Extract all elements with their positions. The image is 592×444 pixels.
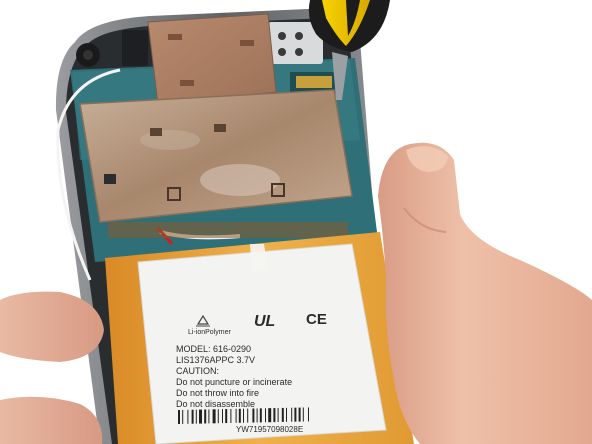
svg-text:CE: CE	[306, 311, 327, 328]
caution-line-3: Do not disassemble	[176, 399, 255, 409]
caution-title: CAUTION:	[176, 366, 219, 376]
barcode-bar	[273, 408, 276, 423]
barcode-bar	[247, 408, 249, 423]
barcode-bar	[195, 409, 197, 424]
barcode-bar	[199, 409, 202, 424]
barcode-bar	[281, 407, 284, 422]
barcode-bar	[286, 407, 287, 422]
barcode-bar	[268, 408, 272, 423]
barcode-bar	[256, 408, 258, 423]
barcode-bar	[222, 409, 223, 424]
barcode-bar	[265, 408, 266, 423]
barcode-bar	[235, 408, 237, 423]
barcode-bar	[208, 409, 210, 424]
barcode-bar	[212, 409, 216, 424]
camera-connector	[122, 30, 148, 66]
barcode-bar	[308, 407, 309, 422]
ce-mark-icon: CE	[306, 311, 327, 328]
barcode-bar	[252, 408, 255, 423]
barcode-bar	[277, 408, 279, 423]
barcode-bar	[291, 407, 293, 422]
barcode-bar	[178, 410, 180, 424]
ul-mark-icon: UL	[254, 313, 275, 330]
barcode-bar	[217, 409, 219, 424]
photo-scene: Li-ionPolymer UL CE MODEL: 616-0290 LIS1…	[0, 0, 592, 444]
barcode-bar	[294, 407, 297, 422]
barcode-bar	[238, 408, 241, 423]
barcode-bar	[191, 409, 194, 424]
battery	[105, 232, 414, 444]
barcode-bar	[298, 407, 301, 422]
barcode-bar	[259, 408, 262, 423]
barcode-bar	[243, 408, 244, 423]
barcode-bar	[302, 407, 304, 422]
barcode-bar	[230, 408, 232, 423]
chemistry-label: Li-ionPolymer	[188, 329, 231, 336]
right-hand	[378, 142, 592, 444]
top-shield	[147, 13, 277, 105]
caution-line-1: Do not puncture or incinerate	[176, 377, 292, 387]
barcode-bar	[182, 409, 184, 424]
svg-text:UL: UL	[254, 313, 275, 330]
serial-text: YW71957098028E	[236, 425, 303, 434]
caution-line-2: Do not throw into fire	[176, 388, 259, 398]
barcode-bar	[204, 409, 207, 424]
part-text: LIS1376APPC 3.7V	[176, 355, 255, 365]
left-thumb	[0, 291, 104, 444]
barcode-bar	[187, 409, 189, 424]
model-text: MODEL: 616-0290	[176, 344, 251, 354]
barcode-bar	[225, 409, 228, 424]
